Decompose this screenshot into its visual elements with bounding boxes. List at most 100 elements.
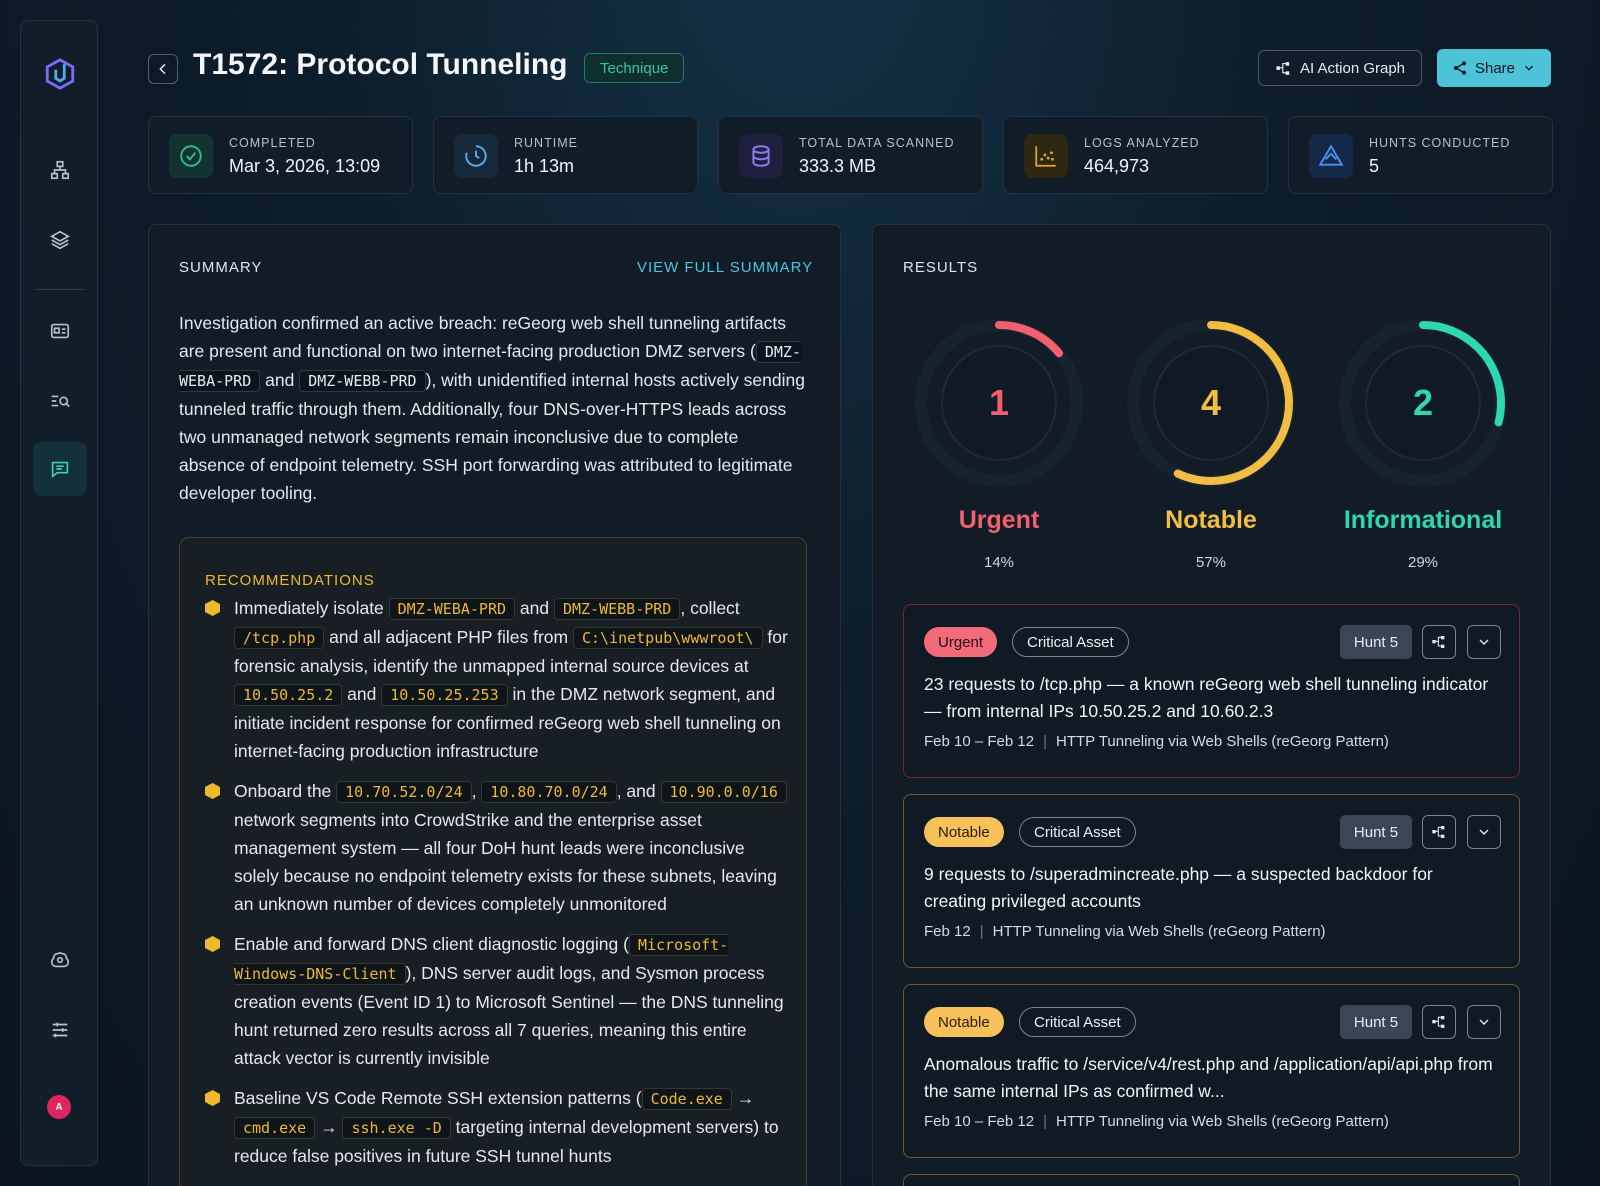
hunt-icon: [1309, 134, 1353, 178]
chevron-left-icon: [159, 63, 166, 75]
sidebar-item-hierarchy[interactable]: [33, 143, 87, 197]
stat-logs-analyzed: LOGS ANALYZED 464,973: [1003, 116, 1268, 194]
recommendations-box: RECOMMENDATIONS Immediately isolate DMZ-…: [179, 537, 807, 1186]
summary-panel: SUMMARY VIEW FULL SUMMARY Investigation …: [148, 224, 841, 1186]
result-card[interactable]: Urgent Critical Asset Hunt 5 23 requests…: [903, 604, 1520, 778]
stat-value: 333.3 MB: [799, 156, 877, 176]
share-icon: [1453, 61, 1466, 75]
sidebar-item-cards[interactable]: [33, 304, 87, 358]
code-chip: 10.70.52.0/24: [336, 781, 472, 803]
card-title: Anomalous traffic to /service/v4/rest.ph…: [924, 1054, 1493, 1101]
page-title: T1572: Protocol Tunneling: [193, 48, 568, 81]
graph-button[interactable]: [1422, 1005, 1456, 1039]
card-title: 23 requests to /tcp.php — a known reGeor…: [924, 674, 1489, 721]
gauge-label: Notable: [1165, 506, 1257, 534]
hexagon-bullet-icon: [205, 783, 220, 799]
share-label: Share: [1474, 59, 1516, 77]
org-chart-icon: [50, 160, 70, 180]
stat-value: 1h 13m: [514, 156, 575, 176]
results-title: RESULTS: [903, 259, 979, 276]
expand-button[interactable]: [1467, 1005, 1501, 1039]
card-date: Feb 10 – Feb 12: [924, 1113, 1035, 1130]
graph-icon: [1432, 826, 1445, 838]
stat-runtime: RUNTIME 1h 13m: [433, 116, 698, 194]
layers-icon: [50, 230, 70, 250]
card-meta: Feb 10 – Feb 12 | HTTP Tunneling via Web S…: [924, 1113, 1389, 1130]
logs-chart-icon: [1024, 134, 1068, 178]
gauge-notable: 4: [1126, 318, 1296, 488]
expand-button[interactable]: [1467, 625, 1501, 659]
expand-button[interactable]: [1467, 815, 1501, 849]
stat-completed: COMPLETED Mar 3, 2026, 13:09: [148, 116, 413, 194]
hexagon-bullet-icon: [205, 936, 220, 952]
gauge-label: Informational: [1343, 506, 1503, 534]
clock-icon: [454, 134, 498, 178]
gauge-percent: 14%: [983, 554, 1015, 571]
hexagon-bullet-icon: [205, 600, 220, 616]
graph-icon: [1432, 1016, 1445, 1028]
stat-label: RUNTIME: [514, 136, 578, 150]
hunt-badge[interactable]: Hunt 5: [1340, 815, 1412, 849]
list-search-icon: [51, 395, 70, 408]
back-button[interactable]: [148, 54, 178, 84]
code-chip: ssh.exe -D: [342, 1117, 451, 1139]
ai-action-graph-button[interactable]: AI Action Graph: [1258, 50, 1422, 86]
sidebar-item-settings[interactable]: [33, 1003, 87, 1057]
sidebar: A: [20, 20, 98, 1166]
summary-text: Investigation confirmed an active breach…: [179, 309, 807, 507]
card-date: Feb 10 – Feb 12: [924, 733, 1035, 750]
graph-icon: [1432, 636, 1445, 648]
code-chip: /tcp.php: [234, 627, 325, 649]
chevron-down-icon: [1479, 829, 1489, 835]
graph-button[interactable]: [1422, 815, 1456, 849]
sidebar-item-search[interactable]: [33, 374, 87, 428]
gauge-percent: 29%: [1407, 554, 1439, 571]
result-card[interactable]: Notable Critical Asset Hunt 5 Anomalous …: [903, 984, 1520, 1158]
code-chip: 10.50.25.2: [234, 684, 343, 706]
result-card[interactable]: Notable Critical Asset Hunt 5 9 requests…: [903, 794, 1520, 968]
recommendation-item: Enable and forward DNS client diagnostic…: [205, 930, 790, 1072]
card-title: 9 requests to /superadmincreate.php — a …: [924, 864, 1433, 911]
severity-badge: Notable: [924, 817, 1004, 847]
hunt-badge[interactable]: Hunt 5: [1340, 1005, 1412, 1039]
graph-icon: [1276, 61, 1290, 75]
gauge-urgent: 1: [914, 318, 1084, 488]
code-chip: 10.90.0.0/16: [660, 781, 787, 803]
sidebar-item-ai[interactable]: [33, 933, 87, 987]
recommendation-item: Onboard the 10.70.52.0/24, 10.80.70.0/24…: [205, 777, 790, 918]
card-meta: Feb 10 – Feb 12 | HTTP Tunneling via Web S…: [924, 733, 1389, 750]
check-circle-icon: [169, 134, 213, 178]
app-logo[interactable]: [33, 47, 87, 101]
logo-icon: [45, 58, 75, 90]
hunt-badge[interactable]: Hunt 5: [1340, 625, 1412, 659]
code-chip: DMZ-WEBA-PRD: [388, 598, 516, 620]
sidebar-divider: [35, 289, 85, 290]
summary-title: SUMMARY: [179, 259, 263, 276]
stat-label: COMPLETED: [229, 136, 316, 150]
graph-button[interactable]: [1422, 625, 1456, 659]
view-full-summary-link[interactable]: VIEW FULL SUMMARY: [637, 259, 813, 276]
sidebar-item-chat[interactable]: [33, 442, 87, 496]
stat-value: 464,973: [1084, 156, 1150, 176]
asset-badge: Critical Asset: [1019, 1007, 1136, 1037]
technique-badge: Technique: [584, 53, 685, 83]
share-button[interactable]: Share: [1437, 49, 1551, 87]
recommendation-item: Immediately isolate DMZ-WEBA-PRD and DMZ…: [205, 594, 790, 765]
chat-icon: [51, 461, 69, 479]
code-chip: cmd.exe: [234, 1117, 316, 1139]
brain-settings-icon: [50, 952, 70, 968]
gauge-count: 4: [1200, 382, 1222, 423]
severity-badge: Urgent: [924, 627, 998, 657]
card-category: HTTP Tunneling via Web Shells (reGeorg P…: [1055, 733, 1389, 750]
database-icon: [739, 134, 783, 178]
code-chip: 10.50.25.253: [381, 684, 508, 706]
gauge-count: 1: [988, 382, 1010, 423]
asset-badge: Critical Asset: [1012, 627, 1129, 657]
sidebar-item-layers[interactable]: [33, 213, 87, 267]
gauge-count: 2: [1412, 382, 1434, 423]
result-card[interactable]: [903, 1174, 1520, 1186]
stat-label: LOGS ANALYZED: [1084, 136, 1200, 150]
avatar[interactable]: A: [47, 1095, 71, 1119]
code-chip: C:\inetpub\wwwroot\: [572, 627, 763, 649]
id-card-icon: [50, 323, 70, 339]
